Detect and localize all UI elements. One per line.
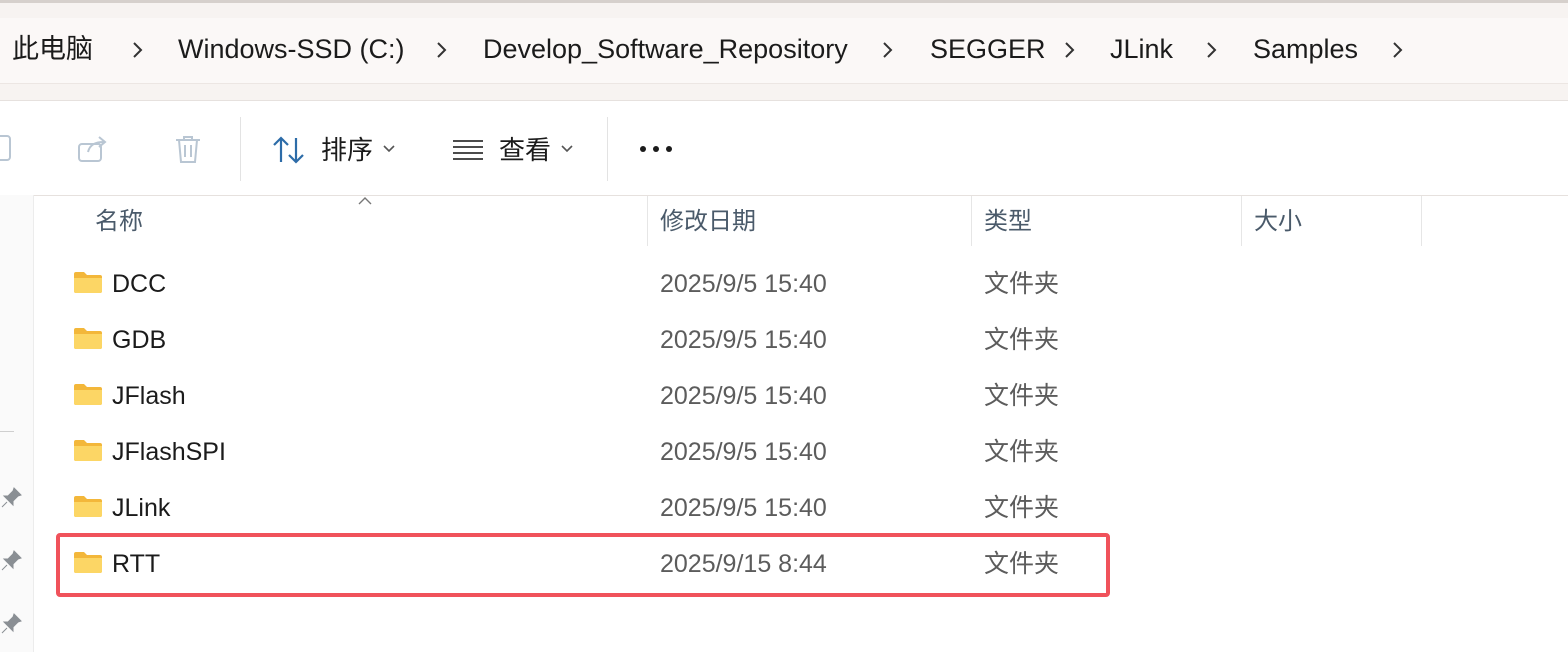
file-row[interactable]: GDB 2025/9/5 15:40 文件夹 bbox=[60, 314, 1110, 366]
file-name[interactable]: DCC bbox=[112, 269, 166, 299]
breadcrumb-item-jlink[interactable]: JLink bbox=[1110, 32, 1173, 66]
file-modified: 2025/9/5 15:40 bbox=[660, 438, 827, 466]
breadcrumb-item-this-pc[interactable]: 此电脑 bbox=[12, 32, 93, 66]
file-name[interactable]: JFlashSPI bbox=[112, 437, 226, 467]
nav-divider bbox=[0, 431, 14, 432]
toolbar-divider bbox=[607, 117, 608, 181]
file-type: 文件夹 bbox=[984, 270, 1060, 298]
delete-icon[interactable] bbox=[172, 133, 204, 165]
file-modified: 2025/9/5 15:40 bbox=[660, 494, 827, 522]
file-modified: 2025/9/5 15:40 bbox=[660, 270, 827, 298]
chevron-right-icon[interactable] bbox=[876, 39, 898, 61]
column-header-size[interactable]: 大小 bbox=[1254, 207, 1302, 237]
column-header-type[interactable]: 类型 bbox=[984, 207, 1032, 237]
file-name[interactable]: JFlash bbox=[112, 381, 186, 411]
column-divider[interactable] bbox=[971, 196, 972, 246]
file-type: 文件夹 bbox=[984, 382, 1060, 410]
share-icon[interactable] bbox=[76, 134, 110, 164]
pin-icon[interactable] bbox=[0, 611, 24, 635]
chevron-down-icon[interactable] bbox=[382, 144, 396, 154]
view-button-label[interactable]: 查看 bbox=[499, 135, 551, 165]
file-name[interactable]: GDB bbox=[112, 325, 166, 355]
column-divider[interactable] bbox=[1421, 196, 1422, 246]
file-name[interactable]: JLink bbox=[112, 493, 170, 523]
breadcrumb[interactable]: 此电脑 Windows-SSD (C:) Develop_Software_Re… bbox=[0, 18, 1568, 84]
folder-icon bbox=[73, 382, 103, 406]
chevron-right-icon[interactable] bbox=[1386, 39, 1408, 61]
sort-button-label[interactable]: 排序 bbox=[321, 135, 373, 165]
file-modified: 2025/9/5 15:40 bbox=[660, 382, 827, 410]
rename-icon[interactable] bbox=[0, 133, 16, 163]
file-type: 文件夹 bbox=[984, 438, 1060, 466]
chevron-right-icon[interactable] bbox=[126, 39, 148, 61]
column-header-name[interactable]: 名称 bbox=[95, 207, 143, 237]
toolbar-divider bbox=[240, 117, 241, 181]
command-bar: 排序 查看 bbox=[0, 100, 1568, 196]
file-row[interactable]: JFlash 2025/9/5 15:40 文件夹 bbox=[60, 370, 1110, 422]
breadcrumb-item-segger[interactable]: SEGGER bbox=[930, 32, 1046, 66]
more-icon[interactable] bbox=[639, 145, 673, 153]
file-row[interactable]: JLink 2025/9/5 15:40 文件夹 bbox=[60, 482, 1110, 534]
file-modified: 2025/9/5 15:40 bbox=[660, 326, 827, 354]
breadcrumb-item-samples[interactable]: Samples bbox=[1253, 32, 1358, 66]
file-type: 文件夹 bbox=[984, 494, 1060, 522]
navigation-pane bbox=[0, 195, 34, 652]
chevron-down-icon[interactable] bbox=[560, 144, 574, 154]
chevron-right-icon[interactable] bbox=[1058, 39, 1080, 61]
sort-icon[interactable] bbox=[272, 135, 308, 165]
pin-icon[interactable] bbox=[0, 548, 24, 572]
sort-ascending-icon bbox=[357, 193, 373, 211]
column-divider[interactable] bbox=[1241, 196, 1242, 246]
folder-icon bbox=[73, 438, 103, 462]
breadcrumb-item-drive[interactable]: Windows-SSD (C:) bbox=[178, 32, 405, 66]
file-type: 文件夹 bbox=[984, 326, 1060, 354]
file-row[interactable]: JFlashSPI 2025/9/5 15:40 文件夹 bbox=[60, 426, 1110, 478]
chevron-right-icon[interactable] bbox=[1200, 39, 1222, 61]
folder-icon bbox=[73, 494, 103, 518]
column-divider[interactable] bbox=[647, 196, 648, 246]
highlight-box bbox=[56, 533, 1110, 597]
breadcrumb-item-repository[interactable]: Develop_Software_Repository bbox=[483, 32, 848, 66]
folder-icon bbox=[73, 270, 103, 294]
pin-icon[interactable] bbox=[0, 485, 24, 509]
column-header-modified[interactable]: 修改日期 bbox=[660, 207, 756, 237]
folder-icon bbox=[73, 326, 103, 350]
chevron-right-icon[interactable] bbox=[430, 39, 452, 61]
file-row[interactable]: DCC 2025/9/5 15:40 文件夹 bbox=[60, 258, 1110, 310]
view-icon[interactable] bbox=[452, 139, 484, 161]
